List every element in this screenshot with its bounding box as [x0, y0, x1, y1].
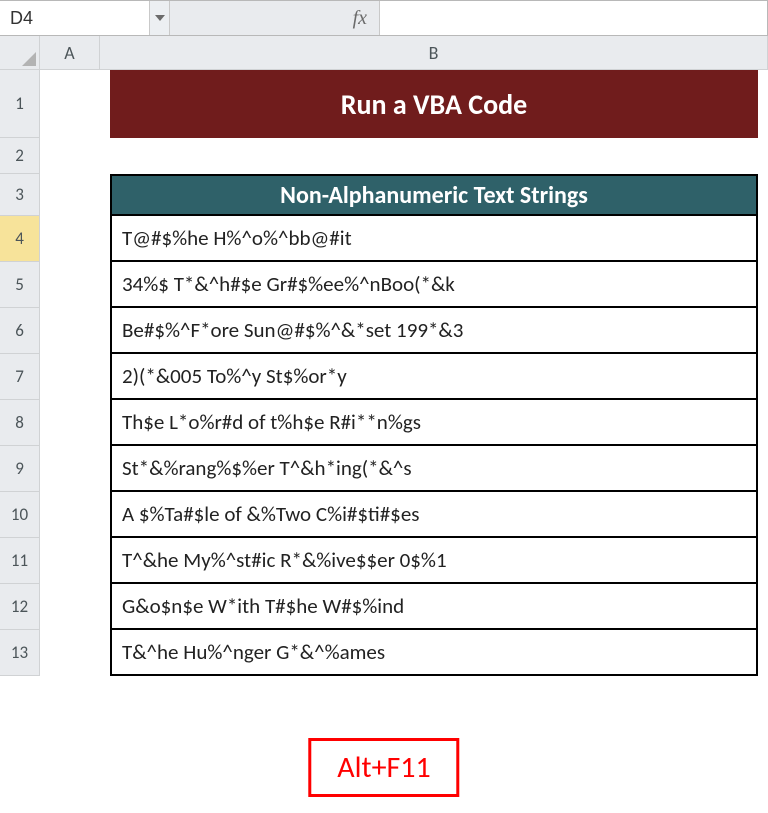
table-row[interactable]: T&^he Hu%^nger G*&^%ames — [110, 630, 758, 676]
title-cell: Run a VBA Code — [110, 70, 758, 138]
data-table: Non-Alphanumeric Text Strings T@#$%he H%… — [110, 174, 758, 676]
row-header-11[interactable]: 11 — [0, 538, 40, 584]
row-header-13[interactable]: 13 — [0, 630, 40, 676]
row-header-7[interactable]: 7 — [0, 354, 40, 400]
row-header-5[interactable]: 5 — [0, 262, 40, 308]
name-box-wrap — [0, 1, 170, 35]
table-row[interactable]: St*&%rang%$%er T^&h*ing(*&^s — [110, 446, 758, 492]
table-row[interactable]: 2)(*&005 To%^y St$%or*y — [110, 354, 758, 400]
chevron-down-icon — [155, 15, 165, 21]
spacer-row — [40, 138, 768, 174]
row-header-4[interactable]: 4 — [0, 216, 40, 262]
column-header-A[interactable]: A — [40, 36, 100, 69]
table-header: Non-Alphanumeric Text Strings — [110, 174, 758, 216]
table-row[interactable]: T^&he My%^st#ic R*&%ive$$er 0$%1 — [110, 538, 758, 584]
name-box[interactable] — [0, 1, 150, 35]
row-header-2[interactable]: 2 — [0, 138, 40, 174]
row-header-9[interactable]: 9 — [0, 446, 40, 492]
column-header-B[interactable]: B — [100, 36, 768, 69]
formula-input[interactable] — [380, 1, 767, 35]
table-row[interactable]: Th$e L*o%r#d of t%h$e R#i**n%gs — [110, 400, 758, 446]
keyboard-shortcut-callout: Alt+F11 — [308, 738, 459, 797]
row-header-6[interactable]: 6 — [0, 308, 40, 354]
row-header-gutter: 12345678910111213 — [0, 70, 40, 676]
name-box-dropdown[interactable] — [150, 1, 170, 35]
cells-area[interactable]: Run a VBA Code Non-Alphanumeric Text Str… — [40, 70, 768, 676]
formula-bar: fx — [0, 0, 768, 36]
table-row[interactable]: 34%$ T*&^h#$e Gr#$%ee%^nBoo(*&k — [110, 262, 758, 308]
row-header-12[interactable]: 12 — [0, 584, 40, 630]
fx-label[interactable]: fx — [170, 1, 380, 35]
row-header-3[interactable]: 3 — [0, 174, 40, 216]
grid-body: 12345678910111213 Run a VBA Code Non-Alp… — [0, 70, 768, 676]
row-header-10[interactable]: 10 — [0, 492, 40, 538]
row-header-8[interactable]: 8 — [0, 400, 40, 446]
table-row[interactable]: T@#$%he H%^o%^bb@#it — [110, 216, 758, 262]
column-header-row: A B — [0, 36, 768, 70]
row-header-1[interactable]: 1 — [0, 70, 40, 138]
table-row[interactable]: A $%Ta#$le of &%Two C%i#$ti#$es — [110, 492, 758, 538]
table-row[interactable]: G&o$n$e W*ith T#$he W#$%ind — [110, 584, 758, 630]
table-row[interactable]: Be#$%^F*ore Sun@#$%^&*set 199*&3 — [110, 308, 758, 354]
select-all-button[interactable] — [0, 36, 40, 69]
